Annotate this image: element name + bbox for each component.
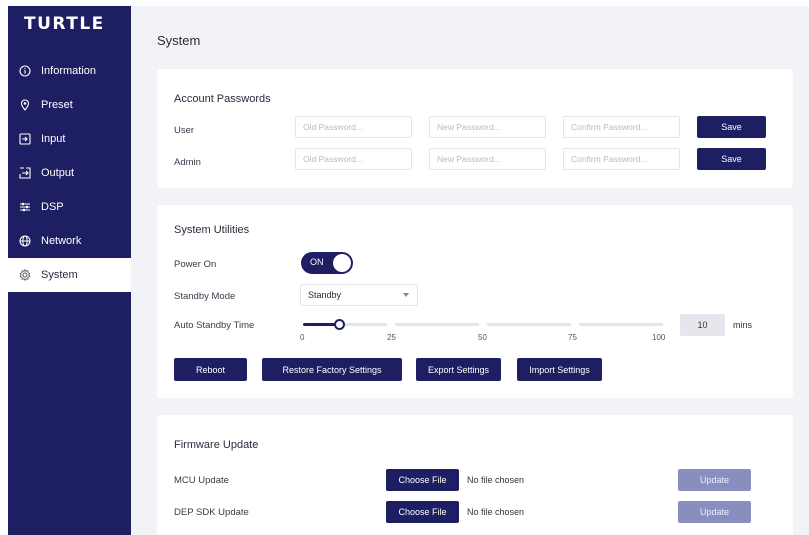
chevron-down-icon xyxy=(403,293,409,297)
import-settings-button[interactable]: Import Settings xyxy=(517,358,602,381)
firmware-update-card: Firmware Update MCU Update Choose File N… xyxy=(157,415,793,535)
export-settings-button[interactable]: Export Settings xyxy=(416,358,501,381)
toggle-state-label: ON xyxy=(310,257,324,267)
sidebar-item-dsp[interactable]: DSP xyxy=(8,190,131,224)
sidebar-item-preset[interactable]: Preset xyxy=(8,88,131,122)
main-content: System Account Passwords User Save Admin… xyxy=(131,6,809,535)
user-old-password-input[interactable] xyxy=(295,116,412,138)
power-toggle[interactable]: ON xyxy=(301,252,353,274)
dep-sdk-file-status: No file chosen xyxy=(467,507,525,517)
power-on-label: Power On xyxy=(174,259,217,270)
sidebar: TURTLE Information Preset Input Output D… xyxy=(8,6,131,535)
sidebar-item-label: Preset xyxy=(41,99,73,111)
equalizer-icon xyxy=(19,201,31,213)
sidebar-item-system[interactable]: System xyxy=(8,258,131,292)
sidebar-item-label: Information xyxy=(41,65,97,77)
admin-save-button[interactable]: Save xyxy=(697,148,766,170)
dep-sdk-update-label: DEP SDK Update xyxy=(174,507,249,518)
sidebar-item-label: Network xyxy=(41,235,82,247)
slider-track-segment xyxy=(579,323,663,326)
sidebar-item-network[interactable]: Network xyxy=(8,224,131,258)
auto-standby-value[interactable]: 10 xyxy=(680,314,725,336)
admin-label: Admin xyxy=(174,157,201,168)
standby-mode-select[interactable]: Standby xyxy=(300,284,418,306)
slider-tick-label: 50 xyxy=(478,333,487,342)
slider-tick-label: 25 xyxy=(387,333,396,342)
input-icon xyxy=(19,133,31,145)
mcu-choose-file-button[interactable]: Choose File xyxy=(386,469,459,491)
user-confirm-password-input[interactable] xyxy=(563,116,680,138)
admin-new-password-input[interactable] xyxy=(429,148,546,170)
mcu-update-button[interactable]: Update xyxy=(678,469,751,491)
info-icon xyxy=(19,65,31,77)
card-title: Firmware Update xyxy=(174,439,259,451)
standby-mode-label: Standby Mode xyxy=(174,291,236,302)
gear-icon xyxy=(19,269,31,281)
admin-old-password-input[interactable] xyxy=(295,148,412,170)
reboot-button[interactable]: Reboot xyxy=(174,358,247,381)
user-save-button[interactable]: Save xyxy=(697,116,766,138)
slider-tick-label: 75 xyxy=(568,333,577,342)
output-icon xyxy=(19,167,31,179)
card-title: System Utilities xyxy=(174,224,250,236)
user-new-password-input[interactable] xyxy=(429,116,546,138)
toggle-knob xyxy=(333,254,351,272)
sidebar-item-label: DSP xyxy=(41,201,64,213)
dep-sdk-update-button[interactable]: Update xyxy=(678,501,751,523)
location-pin-icon xyxy=(19,99,31,111)
system-utilities-card: System Utilities Power On ON Standby Mod… xyxy=(157,205,793,398)
sidebar-item-label: System xyxy=(41,269,78,281)
globe-icon xyxy=(19,235,31,247)
auto-standby-time-label: Auto Standby Time xyxy=(174,320,255,331)
slider-track-segment xyxy=(395,323,479,326)
dep-sdk-choose-file-button[interactable]: Choose File xyxy=(386,501,459,523)
sidebar-item-input[interactable]: Input xyxy=(8,122,131,156)
restore-factory-settings-button[interactable]: Restore Factory Settings xyxy=(262,358,402,381)
sidebar-item-output[interactable]: Output xyxy=(8,156,131,190)
standby-mode-value: Standby xyxy=(308,290,342,300)
slider-track-segment xyxy=(487,323,571,326)
card-title: Account Passwords xyxy=(174,93,271,105)
page-title: System xyxy=(157,33,201,48)
user-label: User xyxy=(174,125,195,136)
slider-tick-label: 100 xyxy=(652,333,666,342)
slider-tick-label: 0 xyxy=(300,333,305,342)
mcu-update-label: MCU Update xyxy=(174,475,229,486)
mcu-file-status: No file chosen xyxy=(467,475,525,485)
account-passwords-card: Account Passwords User Save Admin Save xyxy=(157,69,793,188)
admin-confirm-password-input[interactable] xyxy=(563,148,680,170)
brand-logo: TURTLE xyxy=(24,14,105,34)
sidebar-item-label: Input xyxy=(41,133,66,145)
auto-standby-slider[interactable] xyxy=(303,319,663,330)
sidebar-item-information[interactable]: Information xyxy=(8,54,131,88)
auto-standby-unit: mins xyxy=(733,320,753,330)
slider-thumb[interactable] xyxy=(334,319,345,330)
sidebar-item-label: Output xyxy=(41,167,75,179)
